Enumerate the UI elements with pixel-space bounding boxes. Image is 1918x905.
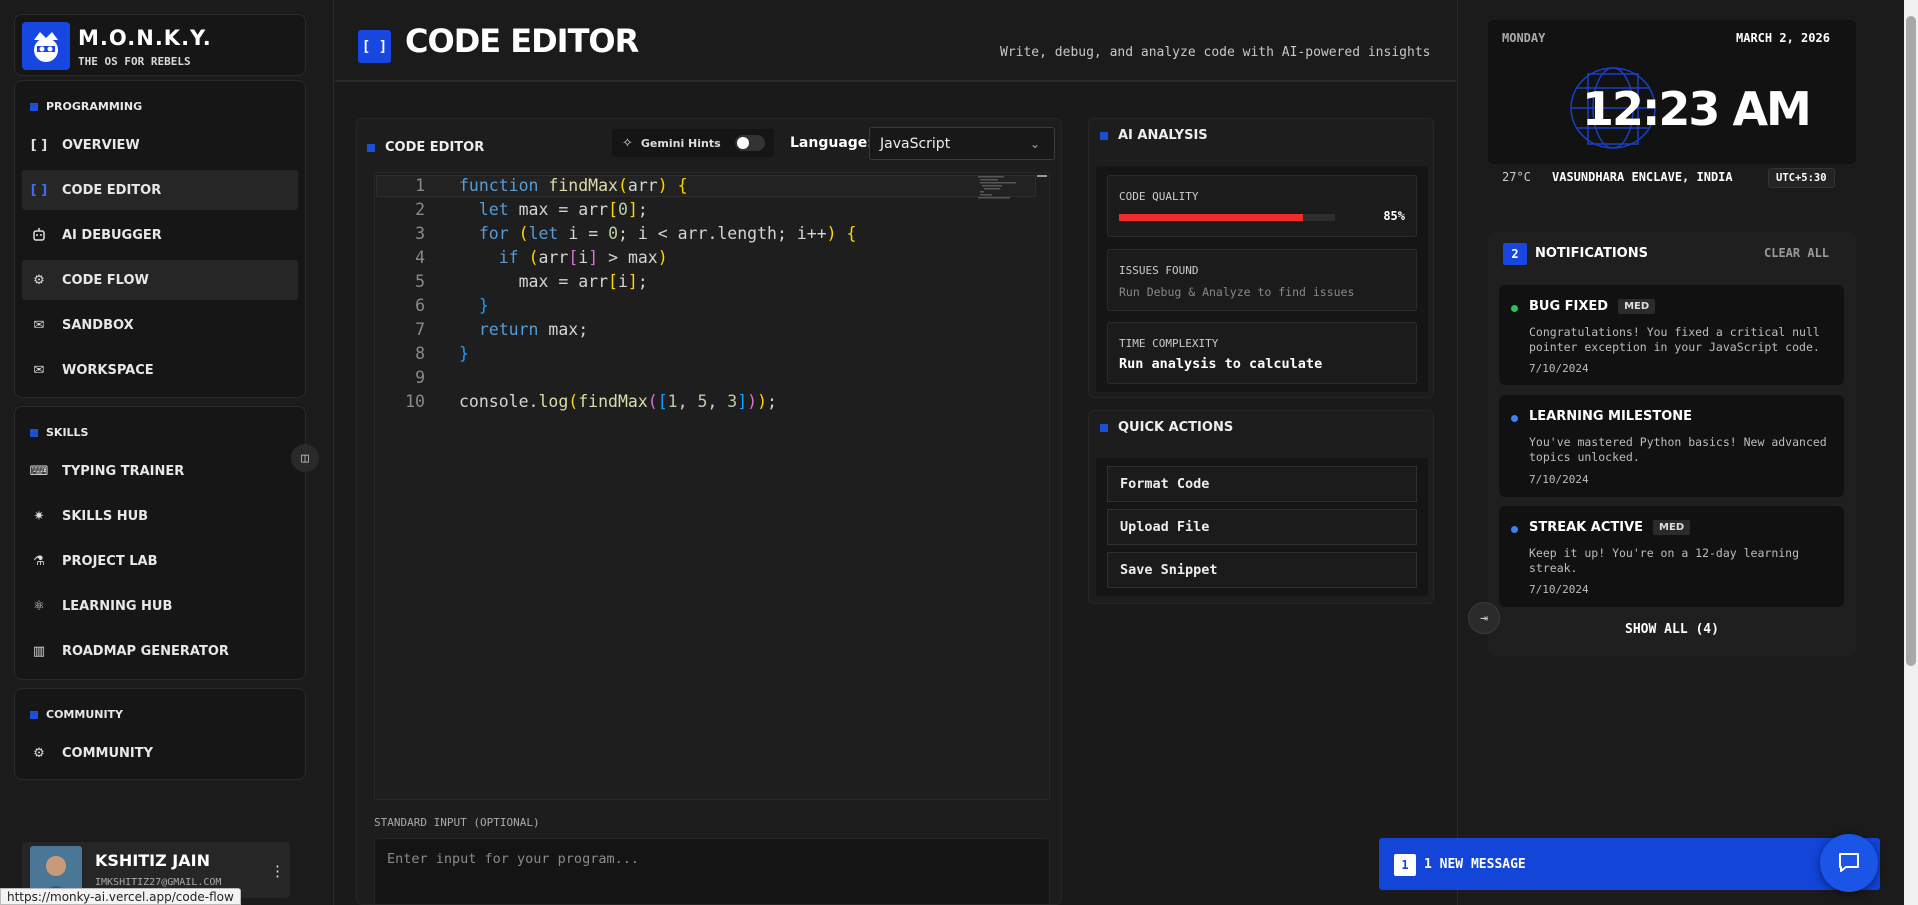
sparkles-icon: ✧ xyxy=(622,135,633,151)
scrollbar-thumb[interactable] xyxy=(1037,175,1047,177)
notification-item[interactable]: STREAK ACTIVE MED Keep it up! You're on a… xyxy=(1499,506,1844,607)
code-line[interactable]: for (let i = 0; i < arr.length; i++) { xyxy=(459,222,857,246)
user-name: KSHITIZ JAIN xyxy=(95,851,210,870)
clear-all-button[interactable]: CLEAR ALL xyxy=(1764,246,1829,260)
clock-date: MARCH 2, 2026 xyxy=(1736,31,1830,45)
gear-icon: ⚙ xyxy=(33,745,45,761)
brackets-icon: [ ] xyxy=(30,137,48,153)
complexity-card: TIME COMPLEXITY Run analysis to calculat… xyxy=(1107,322,1417,384)
sidebar-item-code-editor[interactable]: [ ] CODE EDITOR xyxy=(22,170,298,210)
keyboard-icon: ⌨ xyxy=(29,463,49,479)
code-editor-title-icon: [ ] xyxy=(358,30,391,63)
flask-icon: ⚗ xyxy=(33,553,45,569)
code-line[interactable]: max = arr[i]; xyxy=(459,270,648,294)
quality-bar-track xyxy=(1119,214,1335,221)
status-url: https://monky-ai.vercel.app/code-flow xyxy=(0,888,241,905)
sidebar-item-workspace[interactable]: ✉ WORKSPACE xyxy=(22,350,298,390)
notifications-title: NOTIFICATIONS xyxy=(1535,246,1648,261)
timezone-badge: UTC+5:30 xyxy=(1768,168,1835,188)
notification-item[interactable]: BUG FIXED MED Congratulations! You fixed … xyxy=(1499,285,1844,385)
section-label-community: COMMUNITY xyxy=(30,708,123,721)
collapse-sidebar-icon[interactable]: ◫ xyxy=(291,444,319,472)
gemini-hints-toggle[interactable]: ✧ Gemini Hints xyxy=(612,129,774,157)
bot-icon xyxy=(30,226,48,244)
notification-item[interactable]: LEARNING MILESTONE You've mastered Pytho… xyxy=(1499,395,1844,497)
sidebar-item-skills-hub[interactable]: ✷ SKILLS HUB xyxy=(22,496,298,536)
language-label: Language: xyxy=(790,135,873,151)
issues-card: ISSUES FOUND Run Debug & Analyze to find… xyxy=(1107,249,1417,311)
quality-value: 85% xyxy=(1383,209,1405,223)
sidebar-item-typing-trainer[interactable]: ⌨ TYPING TRAINER xyxy=(22,451,298,491)
format-code-button[interactable]: Format Code xyxy=(1107,466,1417,502)
more-vertical-icon[interactable]: ⋮ xyxy=(270,862,285,880)
code-text[interactable]: function findMax(arr) { let max = arr[0]… xyxy=(459,174,1019,434)
stdin-input[interactable]: Enter input for your program... xyxy=(374,838,1050,905)
page-subtitle: Write, debug, and analyze code with AI-p… xyxy=(1000,45,1431,60)
chevron-down-icon: ⌄ xyxy=(1029,136,1040,151)
mail-icon: ✉ xyxy=(33,317,45,333)
ai-analysis-title: AI ANALYSIS xyxy=(1100,128,1208,143)
sidebar-item-sandbox[interactable]: ✉ SANDBOX xyxy=(22,305,298,345)
page-title: CODE EDITOR xyxy=(405,22,639,60)
sidebar-item-code-flow[interactable]: ⚙ CODE FLOW xyxy=(22,260,298,300)
page-scrollbar-thumb[interactable] xyxy=(1906,16,1916,666)
code-line[interactable]: let max = arr[0]; xyxy=(459,198,648,222)
chat-icon xyxy=(1839,853,1859,872)
editor-label: CODE EDITOR xyxy=(367,140,484,155)
section-label-programming: PROGRAMMING xyxy=(30,100,142,113)
show-all-button[interactable]: SHOW ALL (4) xyxy=(1488,622,1856,637)
code-quality-card: CODE QUALITY 85% xyxy=(1107,175,1417,237)
sidebar-item-community[interactable]: ⚙ COMMUNITY xyxy=(22,733,298,773)
notification-count-badge: 2 xyxy=(1503,243,1527,265)
gear-icon: ⚙ xyxy=(33,272,45,288)
chat-button[interactable] xyxy=(1820,834,1878,892)
collapse-panel-icon[interactable]: ⇥ xyxy=(1468,602,1500,634)
brand-title: M.O.N.K.Y. xyxy=(78,26,212,50)
quick-actions-title: QUICK ACTIONS xyxy=(1100,420,1233,435)
code-line[interactable]: } xyxy=(459,294,489,318)
clock-temp: 27°C xyxy=(1502,170,1531,184)
code-line[interactable]: function findMax(arr) { xyxy=(459,174,688,198)
save-snippet-button[interactable]: Save Snippet xyxy=(1107,552,1417,588)
mail-icon: ✉ xyxy=(33,362,45,378)
clock-day: MONDAY xyxy=(1502,31,1546,45)
atom-icon: ⚛ xyxy=(33,598,45,614)
code-line[interactable]: if (arr[i] > max) xyxy=(459,246,668,270)
section-label-skills: SKILLS xyxy=(30,426,88,439)
user-email: IMKSHITIZ27@GMAIL.COM xyxy=(95,877,222,888)
message-label: 1 NEW MESSAGE xyxy=(1424,857,1526,872)
clock-time: 12:23 AM xyxy=(1582,82,1812,136)
sidebar-item-ai-debugger[interactable]: AI DEBUGGER xyxy=(22,215,298,255)
code-line[interactable]: } xyxy=(459,342,469,366)
code-line[interactable]: return max; xyxy=(459,318,588,342)
code-line[interactable]: console.log(findMax([1, 5, 3])); xyxy=(459,390,777,414)
monkey-logo-icon[interactable] xyxy=(22,22,70,70)
stdin-label: STANDARD INPUT (OPTIONAL) xyxy=(374,816,540,829)
sparkle-icon: ✷ xyxy=(33,508,45,524)
brackets-icon: [ ] xyxy=(30,182,48,198)
sidebar-item-project-lab[interactable]: ⚗ PROJECT LAB xyxy=(22,541,298,581)
message-count-badge: 1 xyxy=(1394,854,1416,876)
language-select[interactable]: JavaScript ⌄ xyxy=(869,127,1055,160)
brand-subtitle: THE OS FOR REBELS xyxy=(78,55,191,68)
clock-location: VASUNDHARA ENCLAVE, INDIA xyxy=(1552,170,1733,184)
sidebar-item-overview[interactable]: [ ] OVERVIEW xyxy=(22,125,298,165)
quality-bar-fill xyxy=(1119,214,1303,221)
sidebar-item-learning-hub[interactable]: ⚛ LEARNING HUB xyxy=(22,586,298,626)
sidebar-item-roadmap-generator[interactable]: ▥ ROADMAP GENERATOR xyxy=(22,631,298,671)
map-icon: ▥ xyxy=(32,643,46,659)
upload-file-button[interactable]: Upload File xyxy=(1107,509,1417,545)
toggle-switch[interactable] xyxy=(734,135,765,151)
